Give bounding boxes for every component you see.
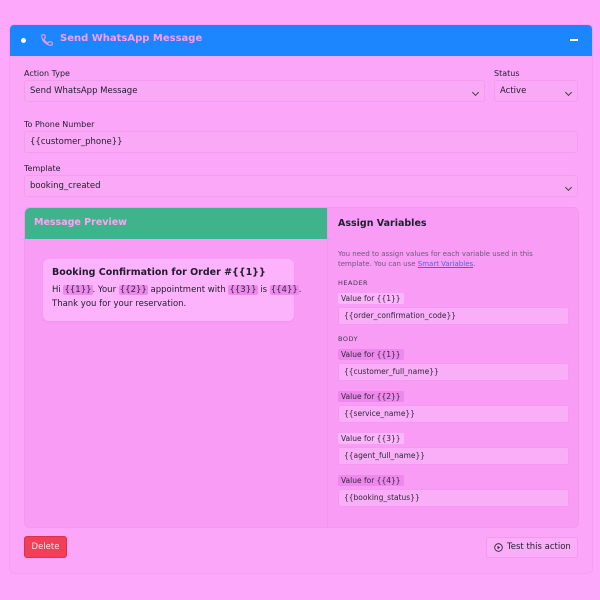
play-circle-icon [494, 543, 503, 552]
message-text: . Your [92, 285, 119, 295]
drag-handle-dot[interactable] [21, 38, 26, 43]
action-type-value: Send WhatsApp Message [30, 86, 138, 96]
body-var-1-input[interactable]: {{customer_full_name}} [338, 363, 569, 381]
template-label: Template [24, 164, 61, 173]
template-panel: Message Preview Booking Confirmation for… [24, 207, 579, 528]
smart-variables-link[interactable]: Smart Variables [418, 260, 473, 268]
variable-chip: {{3}} [228, 285, 258, 295]
action-card: Send WhatsApp Message Action Type Send W… [10, 25, 592, 573]
status-select[interactable]: Active [494, 80, 578, 102]
template-value: booking_created [30, 181, 101, 191]
phone-icon [41, 34, 53, 46]
header-var-1-label: Value for {{1}} [338, 293, 404, 304]
chevron-down-icon [471, 88, 480, 97]
body-section-label: BODY [338, 335, 359, 343]
header-var-1-input[interactable]: {{order_confirmation_code}} [338, 307, 569, 325]
action-type-label: Action Type [24, 69, 70, 78]
message-text: is [257, 285, 270, 295]
delete-button[interactable]: Delete [24, 536, 67, 558]
body-var-4-input[interactable]: {{booking_status}} [338, 489, 569, 507]
variable-chip: {{4}} [269, 285, 299, 295]
preview-heading: Message Preview [34, 217, 127, 228]
message-body-line-1: Hi {{1}}. Your {{2}} appointment with {{… [52, 285, 301, 295]
to-phone-label: To Phone Number [24, 120, 95, 129]
to-phone-input[interactable]: {{customer_phone}} [24, 131, 578, 153]
collapse-icon[interactable] [570, 39, 578, 41]
status-value: Active [500, 86, 527, 96]
variable-chip: {{2}} [118, 285, 148, 295]
message-title: Booking Confirmation for Order #{{1}} [52, 267, 266, 278]
body-var-1-label: Value for {{1}} [338, 349, 404, 360]
message-bubble: Booking Confirmation for Order #{{1}} Hi… [43, 259, 301, 321]
assign-heading: Assign Variables [338, 218, 427, 229]
template-select[interactable]: booking_created [24, 175, 578, 197]
action-type-select[interactable]: Send WhatsApp Message [24, 80, 485, 102]
preview-header: Message Preview [25, 208, 327, 239]
message-text: appointment with [147, 285, 229, 295]
action-header[interactable]: Send WhatsApp Message [10, 25, 592, 56]
body-var-3-input[interactable]: {{agent_full_name}} [338, 447, 569, 465]
test-action-label: Test this action [507, 542, 571, 552]
body-var-4-label: Value for {{4}} [338, 475, 404, 486]
assign-description: You need to assign values for each varia… [338, 249, 568, 269]
body-var-3-label: Value for {{3}} [338, 433, 404, 444]
assign-desc-text: . [473, 260, 476, 268]
header-section-label: HEADER [338, 279, 369, 287]
to-phone-value: {{customer_phone}} [30, 137, 123, 147]
variable-chip: {{1}} [63, 285, 93, 295]
panel-divider [327, 208, 328, 527]
status-label: Status [494, 69, 520, 78]
action-title: Send WhatsApp Message [60, 33, 203, 44]
message-body-line-2: Thank you for your reservation. [52, 299, 187, 309]
message-text: . [298, 285, 302, 295]
chevron-down-icon [564, 88, 573, 97]
chevron-down-icon [564, 183, 573, 192]
body-var-2-input[interactable]: {{service_name}} [338, 405, 569, 423]
body-var-2-label: Value for {{2}} [338, 391, 404, 402]
test-action-button[interactable]: Test this action [486, 537, 578, 558]
message-text: Hi [52, 285, 64, 295]
